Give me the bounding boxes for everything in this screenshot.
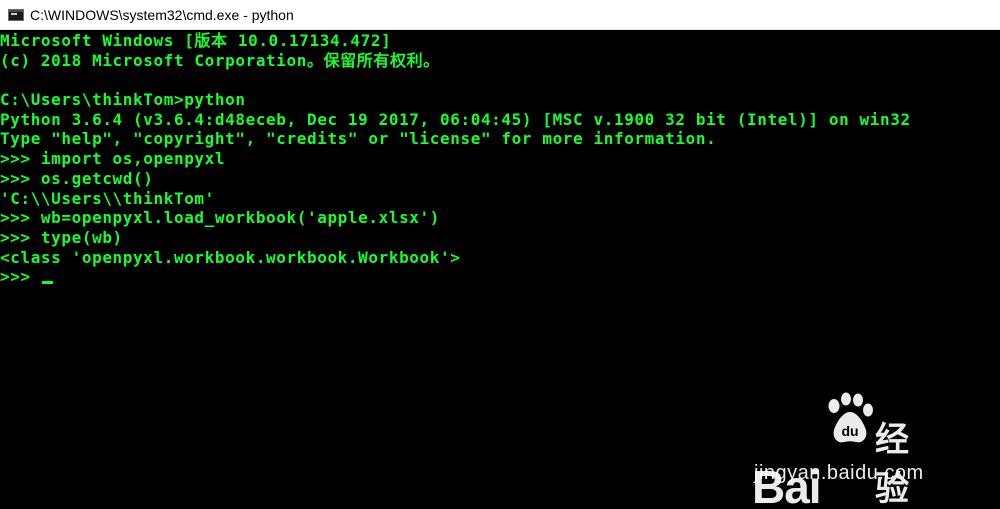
console-prompt-line[interactable]: >>> [0, 267, 1000, 287]
console-line: <class 'openpyxl.workbook.workbook.Workb… [0, 247, 461, 267]
console-prompt: >>> [0, 267, 41, 287]
console-line: Python 3.6.4 (v3.6.4:d48eceb, Dec 19 201… [0, 109, 911, 129]
console-output[interactable]: Microsoft Windows [版本 10.0.17134.472] (c… [0, 31, 1000, 509]
console-line: Microsoft Windows [版本 10.0.17134.472] [0, 31, 392, 50]
cmd-window: C:\WINDOWS\system32\cmd.exe - python Mic… [0, 0, 1000, 509]
console-line: Type "help", "copyright", "credits" or "… [0, 129, 717, 149]
cmd-console-icon [8, 8, 24, 21]
text-cursor [41, 281, 53, 285]
console-line: >>> os.getcwd() [0, 168, 154, 188]
console-line: >>> import os,openpyxl [0, 149, 226, 169]
title-bar[interactable]: C:\WINDOWS\system32\cmd.exe - python [0, 0, 1000, 30]
console-line: >>> type(wb) [0, 227, 123, 247]
console-line: 'C:\\Users\\thinkTom' [0, 188, 215, 208]
console-line: (c) 2018 Microsoft Corporation。保留所有权利。 [0, 50, 440, 70]
window-title: C:\WINDOWS\system32\cmd.exe - python [30, 6, 294, 23]
console-line: C:\Users\thinkTom>python [0, 90, 246, 110]
console-line: >>> wb=openpyxl.load_workbook('apple.xls… [0, 208, 441, 228]
